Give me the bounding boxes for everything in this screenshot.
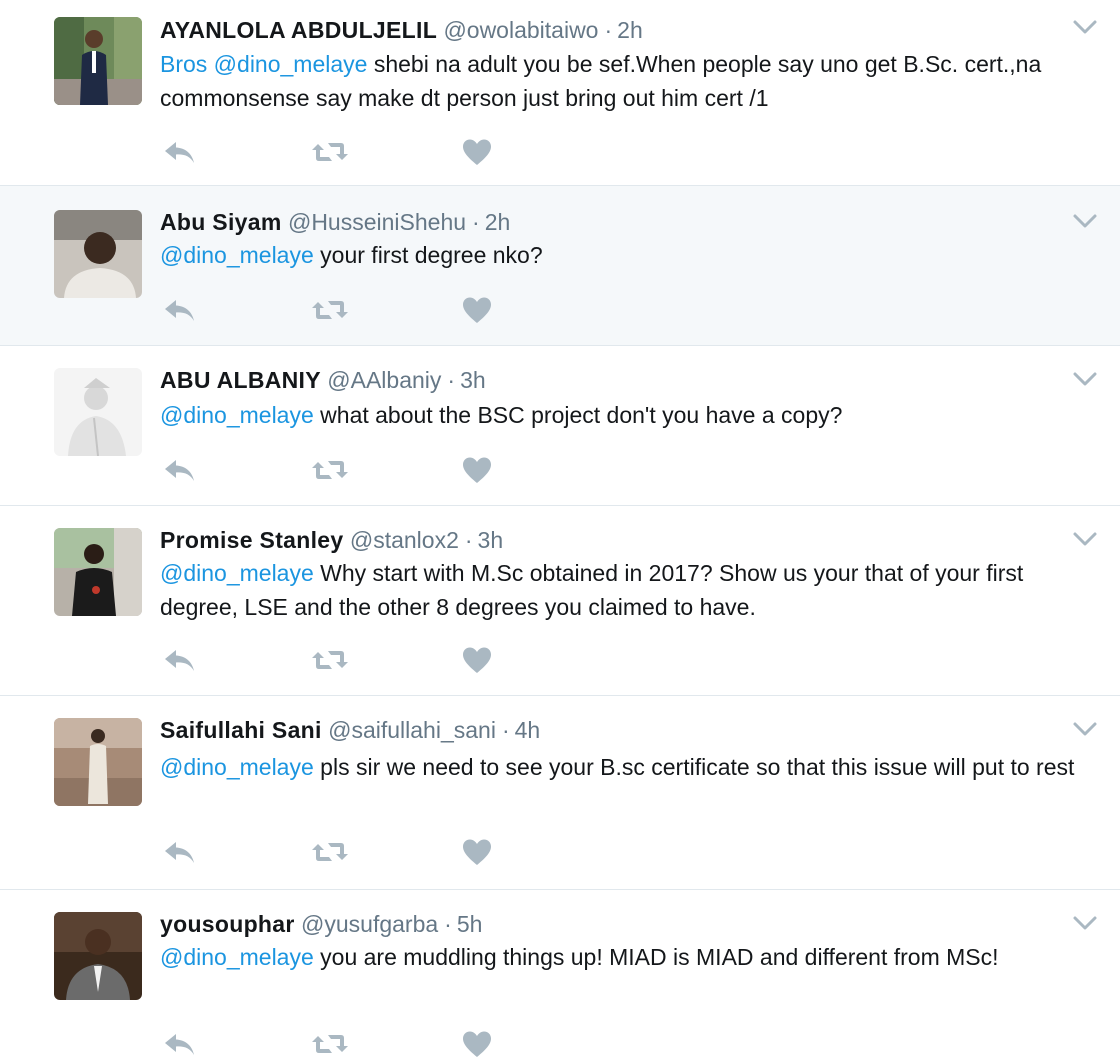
tweet-header: ABU ALBANIY @AAlbaniy · 3h [160, 366, 486, 394]
tweet-body: you are muddling things up! MIAD is MIAD… [313, 944, 999, 970]
avatar[interactable] [54, 368, 142, 456]
mention-link[interactable]: @dino_melaye [160, 402, 314, 428]
tweet-actions [162, 296, 502, 328]
tweet-text: Bros @dino_melaye shebi na adult you be … [160, 47, 1100, 115]
timestamp[interactable]: 2h [617, 17, 643, 43]
timestamp[interactable]: 2h [485, 209, 511, 235]
retweet-icon[interactable] [310, 1030, 350, 1058]
mention-link[interactable]: Bros @dino_melaye [160, 51, 367, 77]
username[interactable]: @AAlbaniy [327, 367, 441, 393]
tweet-header: Promise Stanley @stanlox2 · 3h [160, 526, 503, 554]
chevron-down-icon[interactable] [1072, 18, 1098, 36]
reply-icon[interactable] [162, 456, 196, 484]
tweet-actions [162, 1030, 502, 1062]
display-name[interactable]: AYANLOLA ABDULJELIL [160, 17, 437, 43]
username[interactable]: @yusufgarba [301, 911, 438, 937]
heart-icon[interactable] [462, 1030, 492, 1058]
chevron-down-icon[interactable] [1072, 370, 1098, 388]
separator: · [472, 209, 480, 235]
tweet-item[interactable]: Promise Stanley @stanlox2 · 3h @dino_melay… [0, 506, 1120, 696]
tweet-header: Abu Siyam @HusseiniShehu · 2h [160, 208, 510, 236]
tweet-body: pls sir we need to see your B.sc certifi… [313, 754, 1075, 780]
tweet-body: your first degree nko? [313, 242, 543, 268]
timestamp[interactable]: 3h [460, 367, 486, 393]
mention-link[interactable]: @dino_melaye [160, 944, 314, 970]
username[interactable]: @saifullahi_sani [328, 717, 496, 743]
display-name[interactable]: Saifullahi Sani [160, 717, 322, 743]
tweet-text: @dino_melaye your first degree nko? [160, 238, 1100, 272]
reply-icon[interactable] [162, 138, 196, 166]
tweet-header: AYANLOLA ABDULJELIL @owolabitaiwo · 2h [160, 16, 643, 44]
timestamp[interactable]: 3h [478, 527, 504, 553]
avatar[interactable] [54, 528, 142, 616]
retweet-icon[interactable] [310, 646, 350, 674]
retweet-icon[interactable] [310, 296, 350, 324]
tweet-header: Saifullahi Sani @saifullahi_sani · 4h [160, 716, 540, 744]
display-name[interactable]: yousouphar [160, 911, 295, 937]
avatar[interactable] [54, 17, 142, 105]
reply-icon[interactable] [162, 1030, 196, 1058]
heart-icon[interactable] [462, 296, 492, 324]
tweet-actions [162, 646, 502, 678]
separator: · [604, 17, 613, 43]
reply-icon[interactable] [162, 296, 196, 324]
tweet-text: @dino_melaye you are muddling things up!… [160, 940, 1100, 974]
mention-link[interactable]: @dino_melaye [160, 560, 314, 586]
retweet-icon[interactable] [310, 138, 350, 166]
tweet-actions [162, 838, 502, 870]
tweet-item[interactable]: yousouphar @yusufgarba · 5h @dino_melaye y… [0, 890, 1120, 1057]
tweet-item[interactable]: Abu Siyam @HusseiniShehu · 2h @dino_melaye… [0, 186, 1120, 346]
separator: · [501, 717, 510, 743]
tweet-item[interactable]: AYANLOLA ABDULJELIL @owolabitaiwo · 2h Bro… [0, 0, 1120, 186]
reply-icon[interactable] [162, 838, 196, 866]
tweet-body: what about the BSC project don't you hav… [313, 402, 843, 428]
display-name[interactable]: Promise Stanley [160, 527, 343, 553]
separator: · [444, 911, 452, 937]
heart-icon[interactable] [462, 646, 492, 674]
chevron-down-icon[interactable] [1072, 720, 1098, 738]
heart-icon[interactable] [462, 838, 492, 866]
timestamp[interactable]: 4h [515, 717, 541, 743]
chevron-down-icon[interactable] [1072, 914, 1098, 932]
heart-icon[interactable] [462, 456, 492, 484]
avatar[interactable] [54, 210, 142, 298]
tweet-item[interactable]: Saifullahi Sani @saifullahi_sani · 4h @din… [0, 696, 1120, 890]
chevron-down-icon[interactable] [1072, 212, 1098, 230]
retweet-icon[interactable] [310, 456, 350, 484]
username[interactable]: @owolabitaiwo [443, 17, 598, 43]
tweet-header: yousouphar @yusufgarba · 5h [160, 910, 482, 938]
avatar[interactable] [54, 718, 142, 806]
tweet-text: @dino_melaye pls sir we need to see your… [160, 750, 1100, 784]
tweet-item[interactable]: ABU ALBANIY @AAlbaniy · 3h @dino_melaye wh… [0, 346, 1120, 506]
avatar[interactable] [54, 912, 142, 1000]
heart-icon[interactable] [462, 138, 492, 166]
display-name[interactable]: ABU ALBANIY [160, 367, 321, 393]
tweet-actions [162, 138, 502, 170]
username[interactable]: @HusseiniShehu [288, 209, 466, 235]
separator: · [447, 367, 456, 393]
chevron-down-icon[interactable] [1072, 530, 1098, 548]
reply-icon[interactable] [162, 646, 196, 674]
tweet-timeline: AYANLOLA ABDULJELIL @owolabitaiwo · 2h Bro… [0, 0, 1120, 1057]
tweet-text: @dino_melaye Why start with M.Sc obtaine… [160, 556, 1100, 624]
timestamp[interactable]: 5h [457, 911, 483, 937]
display-name[interactable]: Abu Siyam [160, 209, 282, 235]
retweet-icon[interactable] [310, 838, 350, 866]
tweet-text: @dino_melaye what about the BSC project … [160, 398, 1100, 432]
separator: · [464, 527, 473, 553]
mention-link[interactable]: @dino_melaye [160, 242, 314, 268]
mention-link[interactable]: @dino_melaye [160, 754, 314, 780]
tweet-actions [162, 456, 502, 488]
username[interactable]: @stanlox2 [350, 527, 459, 553]
